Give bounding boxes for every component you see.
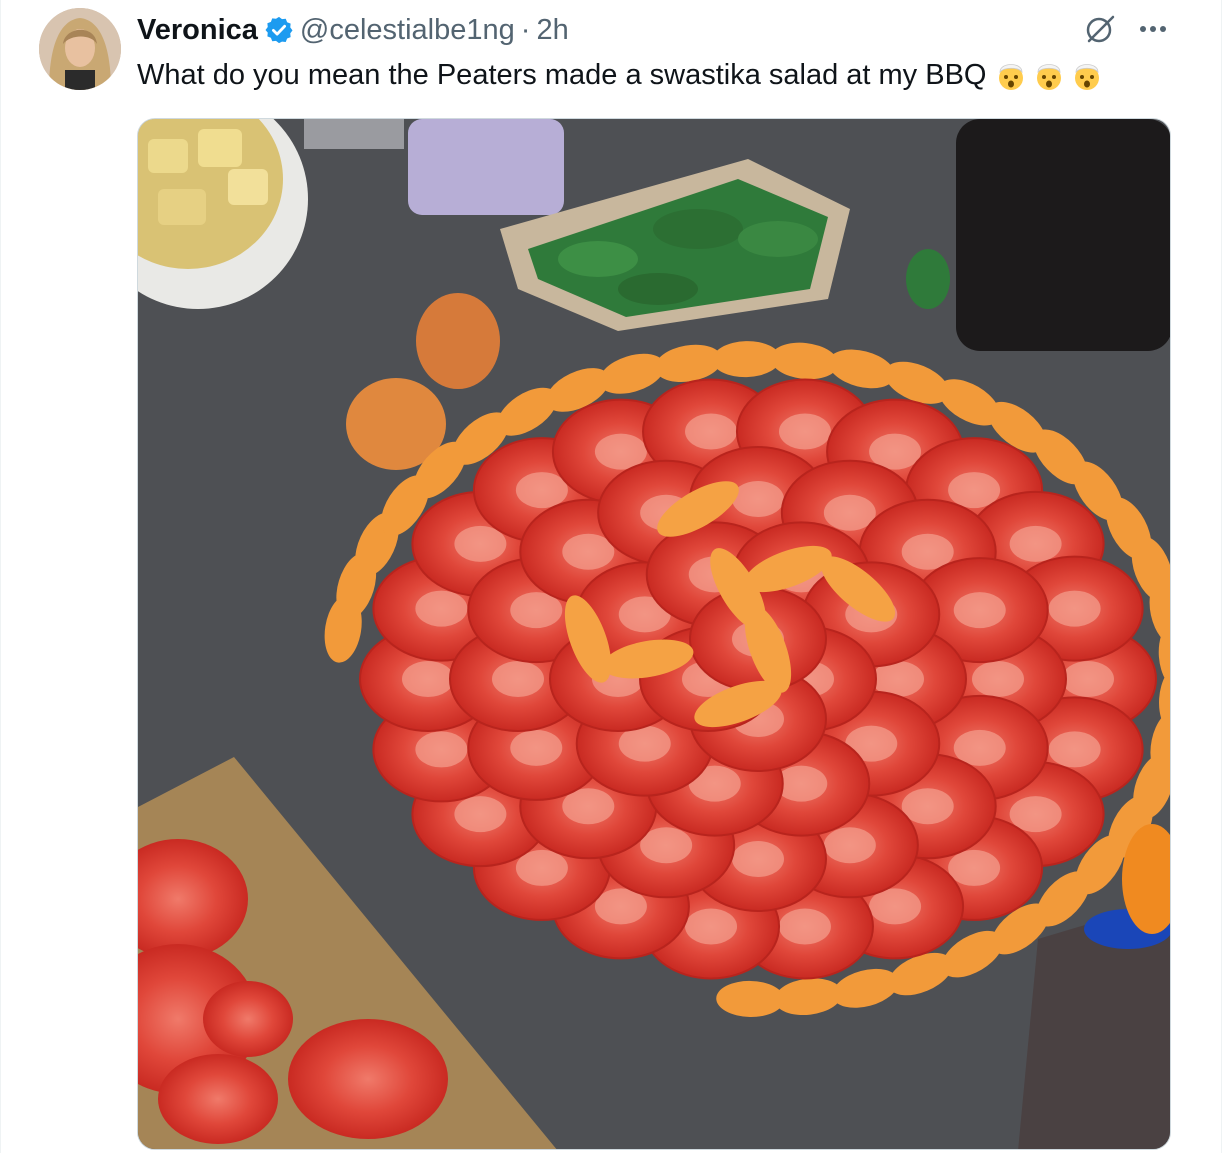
tomato-seed-core (778, 413, 831, 450)
tomato-seed-core (953, 592, 1006, 629)
tomato-seed-core (1062, 661, 1114, 697)
tweet[interactable]: Veronica @celestialbe1ng · 2h What do yo… (0, 0, 1222, 1153)
tomato-seed-core (415, 731, 468, 768)
tomato-seed-core (948, 849, 1001, 886)
tomato-seed-core (454, 796, 507, 833)
tomato-seed-core (515, 472, 568, 509)
tomato-seed-core (402, 661, 454, 697)
tomato-seed-core (415, 590, 468, 627)
tweet-text-body: What do you mean the Peaters made a swas… (137, 59, 987, 91)
tomato-seed-core (972, 661, 1024, 697)
verified-badge-icon (264, 15, 294, 45)
author-handle[interactable]: @celestialbe1ng (300, 14, 515, 47)
tomato-seed-core (732, 841, 784, 877)
tomato-seed-core (778, 908, 831, 945)
tomato-seed-core (1048, 590, 1101, 627)
tomato-seed-core (685, 908, 738, 945)
tomato-seed-core (1048, 731, 1101, 768)
tomato-seed-core (685, 413, 738, 450)
exploding-head-emoji-icon (1075, 64, 1100, 90)
tweet-header: Veronica @celestialbe1ng · 2h (137, 12, 569, 48)
exploding-head-emoji-icon (1037, 64, 1062, 90)
tomato-seed-core (492, 661, 544, 697)
more-icon[interactable] (1135, 14, 1171, 44)
tweet-photo[interactable] (137, 118, 1171, 1150)
exploding-head-emoji-icon (999, 64, 1024, 90)
emoji-group (994, 58, 1104, 92)
tweet-text: What do you mean the Peaters made a swas… (137, 56, 1104, 94)
separator-dot: · (520, 13, 531, 46)
avatar[interactable] (39, 8, 121, 90)
tomato-seed-core (732, 481, 784, 517)
timestamp[interactable]: 2h (536, 14, 568, 47)
tomato-seed-core (1009, 525, 1062, 562)
grok-icon[interactable] (1083, 12, 1117, 46)
tomato-seed-core (823, 827, 876, 864)
author-name[interactable]: Veronica (137, 14, 258, 47)
tomato-seed-core (510, 729, 563, 766)
